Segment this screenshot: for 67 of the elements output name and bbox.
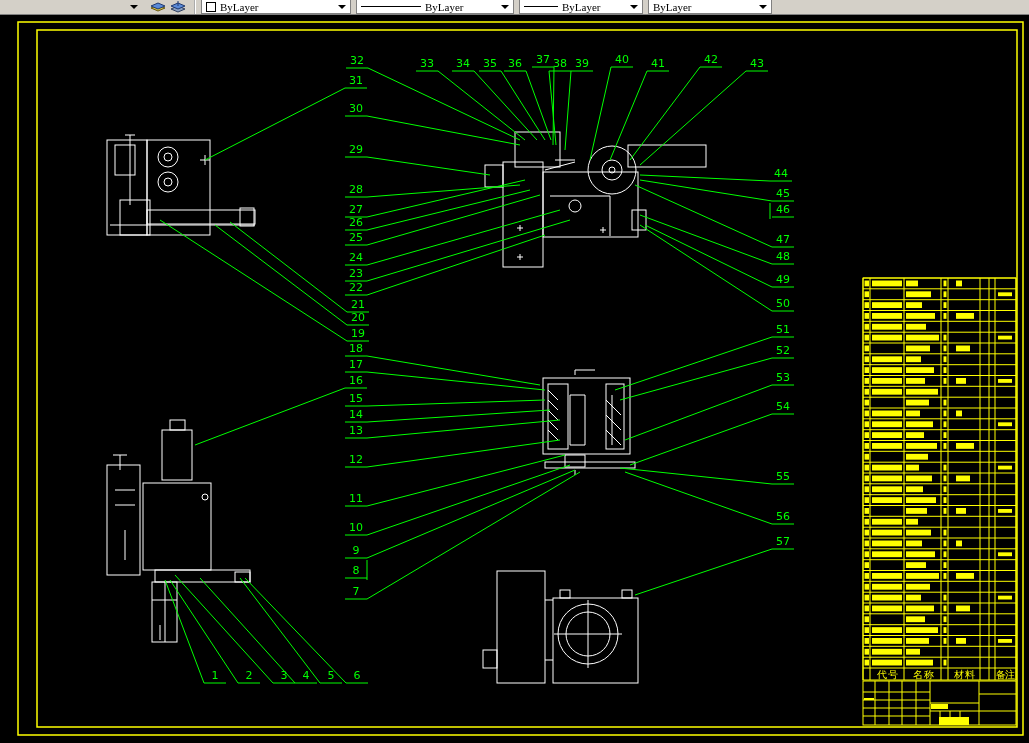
part-number: 47	[776, 233, 790, 246]
part-number: 15	[349, 392, 363, 405]
column-header: 材 料	[953, 669, 975, 680]
part-number: 17	[349, 358, 363, 371]
column-header: 代 号	[876, 669, 898, 680]
part-number: 53	[776, 371, 790, 384]
part-number: 8	[352, 564, 360, 577]
part-number: 46	[776, 203, 790, 216]
part-number: 42	[704, 53, 718, 66]
part-number: 44	[774, 167, 788, 180]
part-number: 7	[352, 585, 360, 598]
column-header: 备注	[996, 669, 1014, 680]
part-number: 2	[245, 669, 253, 682]
part-number: 38	[553, 57, 567, 70]
part-number: 32	[350, 54, 364, 67]
column-header: 名 称	[912, 669, 934, 680]
part-number: 41	[651, 57, 665, 70]
part-number: 57	[776, 535, 790, 548]
part-number: 26	[349, 216, 363, 229]
part-number: 39	[575, 57, 589, 70]
layers-icon[interactable]	[170, 1, 186, 13]
part-number: 51	[776, 323, 790, 336]
part-number: 5	[327, 669, 335, 682]
part-number: 37	[536, 53, 550, 66]
part-number: 24	[349, 251, 363, 264]
dropdown-field[interactable]: ByLayer	[356, 0, 514, 14]
part-number: 43	[750, 57, 764, 70]
part-number: 11	[349, 492, 363, 505]
part-number: 50	[776, 297, 790, 310]
part-number: 31	[349, 74, 363, 87]
part-number: 54	[776, 400, 790, 413]
part-number: 21	[351, 298, 365, 311]
part-number: 10	[349, 521, 363, 534]
part-number: 1	[211, 669, 219, 682]
part-number: 34	[456, 57, 470, 70]
part-number: 12	[349, 453, 363, 466]
part-number: 9	[352, 544, 360, 557]
part-number: 18	[349, 342, 363, 355]
part-number: 36	[508, 57, 522, 70]
part-number: 30	[349, 102, 363, 115]
part-number: 49	[776, 273, 790, 286]
part-number: 52	[776, 344, 790, 357]
part-number: 23	[349, 267, 363, 280]
part-number: 27	[349, 203, 363, 216]
part-number: 40	[615, 53, 629, 66]
dropdown-field[interactable]: ByLayer	[519, 0, 643, 14]
part-number: 14	[349, 408, 363, 421]
part-number: 6	[353, 669, 361, 682]
part-number: 55	[776, 470, 790, 483]
part-number: 22	[349, 281, 363, 294]
part-number: 13	[349, 424, 363, 437]
dropdown-field[interactable]: ByLayer	[201, 0, 351, 14]
part-number: 16	[349, 374, 363, 387]
part-number: 56	[776, 510, 790, 523]
part-number: 4	[302, 669, 310, 682]
dropdown-field[interactable]: ByLayer	[648, 0, 772, 14]
part-number: 45	[776, 187, 790, 200]
part-number: 48	[776, 250, 790, 263]
part-number: 25	[349, 231, 363, 244]
part-number: 33	[420, 57, 434, 70]
part-number: 28	[349, 183, 363, 196]
part-number: 35	[483, 57, 497, 70]
part-number: 29	[349, 143, 363, 156]
layers-icon[interactable]	[150, 1, 166, 13]
part-number: 19	[351, 327, 365, 340]
dropdown-arrow-icon[interactable]	[130, 5, 138, 9]
part-number: 20	[351, 311, 365, 324]
